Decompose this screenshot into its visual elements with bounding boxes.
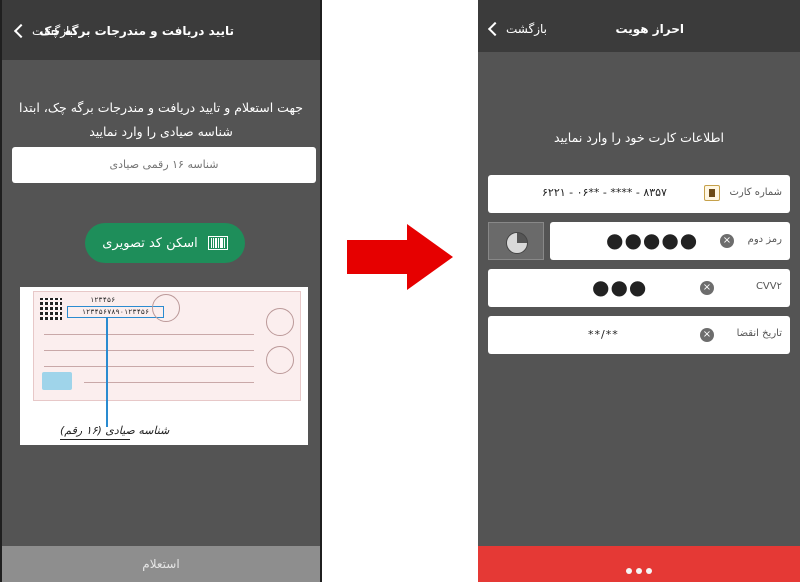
second-pin-label: رمز دوم <box>747 234 782 245</box>
cheque-illustration: ۱۲۳۴۵۶ ۱۲۳۴۵۶۷۸۹۰۱۲۳۴۵۶ <box>33 291 301 401</box>
inquiry-button[interactable]: استعلام <box>2 546 320 582</box>
instruction-line-1: جهت استعلام و تایید دریافت و مندرجات برگ… <box>19 100 303 115</box>
barcode-icon <box>207 236 228 250</box>
authentication-screen: بازگشت احراز هویت اطلاعات کارت خود را وا… <box>478 0 800 582</box>
instruction-text: جهت استعلام و تایید دریافت و مندرجات برگ… <box>2 96 320 144</box>
dynamic-password-button[interactable] <box>488 222 544 260</box>
cvv2-label: CVV۲ <box>755 281 782 292</box>
expiry-date-value: **/** <box>588 328 619 341</box>
bank-seal-icon-2 <box>266 346 294 374</box>
expiry-date-label: تاریخ انقضا <box>736 328 782 339</box>
back-label: بازگشت <box>506 22 547 36</box>
clear-icon[interactable]: × <box>700 281 714 295</box>
scan-barcode-button[interactable]: اسکن کد تصویری <box>85 223 245 263</box>
second-pin-value: ●●●●● <box>606 228 699 252</box>
bank-emblem-icon <box>152 294 180 322</box>
clear-icon[interactable]: × <box>700 328 714 342</box>
loading-dot <box>646 568 652 574</box>
loading-dot <box>626 568 632 574</box>
expiry-date-field[interactable]: تاریخ انقضا × **/** <box>488 316 790 354</box>
cvv2-field[interactable]: CVV۲ × ●●● <box>488 269 790 307</box>
header-bar: بازگشت تایید دریافت و مندرجات برگه چک <box>2 0 320 60</box>
cheque-sample-image: ۱۲۳۴۵۶ ۱۲۳۴۵۶۷۸۹۰۱۲۳۴۵۶ شناسه صیادی (۱۶ … <box>20 287 308 445</box>
instruction-line-2: شناسه صیادی را وارد نمایید <box>89 124 233 139</box>
red-arrow-icon <box>347 224 453 290</box>
bank-seal-icon <box>266 308 294 336</box>
bank-logo-icon <box>704 185 720 201</box>
card-number-value: ۶۲۲۱ - ۰۶** - **** - ۸۳۵۷ <box>542 186 667 199</box>
header-bar: بازگشت احراز هویت <box>478 0 800 52</box>
back-button[interactable]: بازگشت <box>487 21 547 37</box>
scan-button-label: اسکن کد تصویری <box>102 235 198 251</box>
card-number-field[interactable]: شماره کارت ۶۲۲۱ - ۰۶** - **** - ۸۳۵۷ <box>488 175 790 213</box>
cvv2-value: ●●● <box>592 275 648 299</box>
page-title: تایید دریافت و مندرجات برگه چک <box>39 24 234 38</box>
clear-icon[interactable]: × <box>720 234 734 248</box>
second-pin-field[interactable]: رمز دوم × ●●●●● <box>550 222 790 260</box>
loading-dot <box>636 568 642 574</box>
handwritten-caption: شناسه صیادی (۱۶ رقم) <box>60 424 170 437</box>
chevron-left-icon <box>487 21 503 37</box>
page-title: احراز هویت <box>615 22 684 36</box>
card-number-label: شماره کارت <box>729 187 782 198</box>
cheque-confirmation-screen: بازگشت تایید دریافت و مندرجات برگه چک جه… <box>0 0 322 582</box>
submit-bar[interactable] <box>478 546 800 582</box>
timer-pie-icon <box>506 232 528 254</box>
sayadi-id-input[interactable] <box>12 147 316 183</box>
instruction-text: اطلاعات کارت خود را وارد نمایید <box>553 130 725 145</box>
chevron-left-icon <box>13 23 29 39</box>
cheque-sayadi-number-box: ۱۲۳۴۵۶۷۸۹۰۱۲۳۴۵۶ <box>67 306 164 318</box>
cheque-watermark <box>42 372 72 390</box>
pointer-line <box>106 317 108 427</box>
cheque-sayadi-short: ۱۲۳۴۵۶ <box>90 296 116 304</box>
